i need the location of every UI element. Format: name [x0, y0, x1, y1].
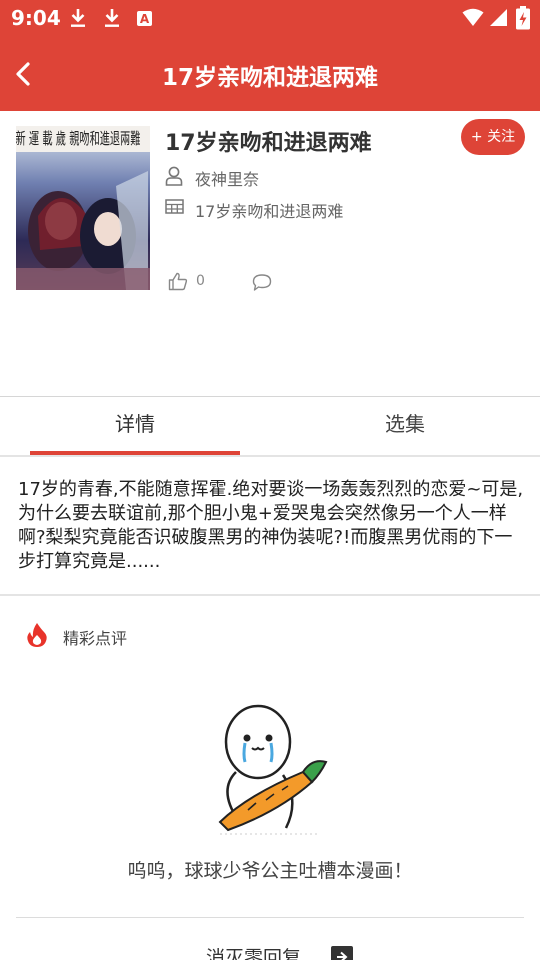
- wifi-icon: [462, 8, 484, 26]
- comment-icon[interactable]: [252, 273, 272, 292]
- like-count: 0: [196, 273, 205, 289]
- thumbs-up-icon[interactable]: [168, 272, 188, 291]
- grid-icon: [165, 199, 184, 214]
- fire-icon: [27, 623, 47, 647]
- book-description: 17岁的青春,不能随意挥霍.绝对要谈一场轰轰烈烈的恋爱~可是,为什么要去联谊前,…: [18, 479, 524, 572]
- zero-reply-link[interactable]: 消灭零回复: [206, 943, 301, 960]
- follow-button[interactable]: + 关注: [461, 119, 525, 155]
- signal-icon: [490, 9, 507, 26]
- a-badge-icon: A: [137, 11, 152, 26]
- book-cover[interactable]: 新 運 載 歲 親吻和進退兩難: [16, 126, 150, 290]
- download-icon: [105, 9, 119, 27]
- tab-episodes[interactable]: 选集: [270, 397, 540, 455]
- empty-state-illustration: [218, 704, 328, 835]
- app-header: 17岁亲吻和进退两难: [0, 36, 540, 111]
- tab-details[interactable]: 详情: [0, 397, 270, 455]
- cover-title-text: 新 運 載 歲 親吻和進退兩難: [16, 129, 141, 148]
- page-title: 17岁亲吻和进退两难: [161, 65, 378, 91]
- download-icon: [71, 9, 85, 27]
- book-title: 17岁亲吻和进退两难: [165, 131, 372, 156]
- a-badge-letter: A: [140, 12, 150, 26]
- person-icon: [165, 166, 183, 186]
- chapter-name: 17岁亲吻和进退两难: [195, 202, 344, 221]
- status-time: 9:04: [11, 6, 61, 30]
- empty-comments-text: 呜呜，球球少爷公主吐槽本漫画！: [127, 860, 413, 882]
- bottom-divider: [16, 917, 524, 918]
- battery-charging-icon: [516, 6, 530, 30]
- forward-arrow-icon[interactable]: [331, 946, 353, 960]
- section-title: 精彩点评: [63, 629, 128, 648]
- tabs-bottom-divider: [0, 455, 540, 457]
- author-name: 夜神里奈: [195, 170, 260, 189]
- section-divider: [0, 594, 540, 596]
- status-bar: 9:04 A: [0, 0, 540, 36]
